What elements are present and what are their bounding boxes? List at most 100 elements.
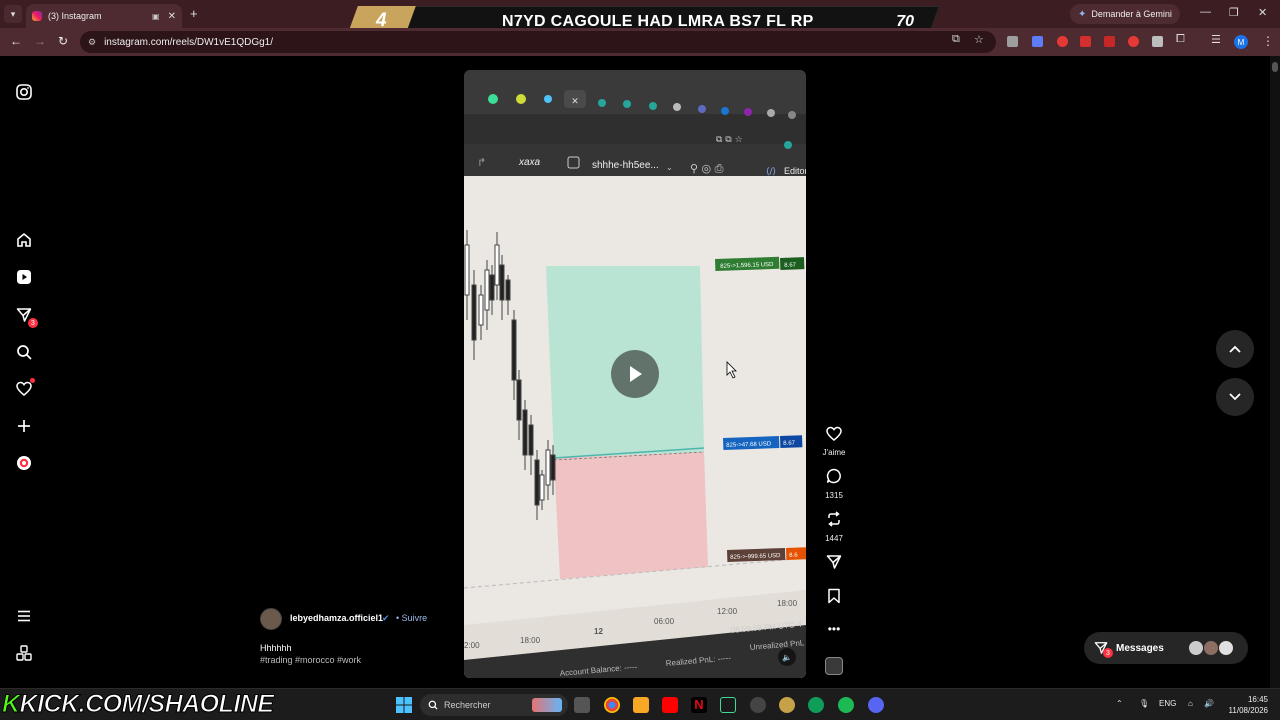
also-from-meta-icon[interactable]	[14, 643, 34, 663]
message-contact-avatar	[1203, 640, 1219, 656]
reel-video[interactable]: ✕ ⧉ ⧉ ☆ ↱ xaxa shhhe-hh5ee... ⌄ ⚲ ◎ ⎙ ⟨/…	[464, 70, 806, 678]
search-highlight-icon	[532, 698, 562, 712]
create-plus-icon[interactable]	[14, 416, 34, 436]
tab-list-icon[interactable]: ▾	[4, 5, 22, 23]
profile-avatar[interactable]: M	[1234, 35, 1248, 49]
message-contact-avatar	[1218, 640, 1234, 656]
notifications-heart-icon[interactable]	[14, 378, 35, 399]
filmed-chart-name: shhhe-hh5ee...	[592, 160, 659, 171]
taskbar-search-icon	[428, 700, 438, 710]
filmed-time-tick-5: 12:00	[717, 607, 738, 616]
tab-instagram[interactable]: (3) Instagram ▣ ✕	[26, 4, 182, 28]
page-scrollbar[interactable]	[1270, 56, 1280, 688]
follow-button[interactable]: • Suivre	[396, 613, 427, 623]
message-contact-avatar	[1188, 640, 1204, 656]
repost-icon	[828, 511, 840, 527]
home-icon[interactable]	[14, 230, 34, 250]
share-action[interactable]	[818, 554, 850, 575]
audio-thumbnail[interactable]	[825, 657, 843, 675]
new-tab-icon[interactable]: +	[190, 6, 198, 21]
taskbar-date: 11/08/2026	[1228, 706, 1268, 715]
notification-dot	[30, 378, 35, 383]
windows-start-icon[interactable]	[396, 697, 412, 713]
taskbar-search[interactable]: Rechercher	[420, 694, 568, 716]
like-action[interactable]: J'aime	[818, 426, 850, 457]
language-indicator[interactable]: ENG	[1159, 699, 1176, 708]
instagram-reels-page: 3 ✕ ⧉ ⧉ ☆ ↱ xaxa shhhe-hh5ee... ⌄ ⚲ ◎ ⎙ …	[0, 56, 1280, 688]
browser-menu-icon[interactable]: ⋮	[1262, 34, 1274, 48]
close-window-icon[interactable]: ✕	[1258, 6, 1267, 19]
address-bar[interactable]: ⚙ instagram.com/reels/DW1vE1QDGg1/	[80, 31, 996, 53]
minimize-icon[interactable]: —	[1200, 6, 1211, 18]
app-c-icon[interactable]	[779, 697, 795, 713]
comment-bubble-icon	[826, 468, 841, 484]
scrollbar-thumb[interactable]	[1272, 62, 1278, 72]
extension-2-icon[interactable]	[1032, 36, 1043, 47]
filmed-entry-value: 8.67	[783, 440, 796, 446]
chevron-up-icon	[1229, 345, 1241, 353]
extension-7-icon[interactable]	[1152, 36, 1163, 47]
extension-1-icon[interactable]	[1007, 36, 1018, 47]
reload-icon[interactable]: ↻	[58, 34, 68, 48]
netflix-app-icon[interactable]: N	[691, 697, 707, 713]
repost-action[interactable]: 1447	[818, 511, 850, 543]
filmed-tp-value: 8.67	[784, 262, 797, 268]
site-info-icon[interactable]: ⚙	[88, 37, 96, 48]
discord-app-icon[interactable]	[868, 697, 884, 713]
microphone-icon[interactable]: 🎙	[1139, 699, 1149, 708]
author-username[interactable]: lebyedhamza.officiel1	[290, 613, 383, 623]
direct-messages-icon[interactable]: 3	[14, 305, 38, 328]
network-icon[interactable]: ⌂	[1188, 699, 1193, 708]
chrome-app-icon[interactable]	[604, 697, 620, 713]
messages-label: Messages	[1116, 642, 1164, 654]
svg-text:⟨/⟩: ⟨/⟩	[766, 167, 776, 177]
extension-5-icon[interactable]	[1104, 36, 1115, 47]
play-button[interactable]	[611, 350, 659, 398]
app-a-icon[interactable]	[720, 697, 736, 713]
comment-action[interactable]: 1315	[818, 468, 850, 500]
cast-icon[interactable]: ⧉	[952, 33, 960, 46]
extension-6-icon[interactable]	[1128, 36, 1139, 47]
browser-toolbar: ← → ↻ ⚙ instagram.com/reels/DW1vE1QDGg1/…	[0, 28, 1280, 56]
maximize-icon[interactable]: ❐	[1229, 6, 1239, 19]
search-icon[interactable]	[14, 342, 34, 362]
more-options-icon[interactable]: •••	[818, 622, 850, 636]
more-menu-icon[interactable]	[14, 606, 34, 626]
taskbar-clock[interactable]: 16:45 11/08/2026	[1222, 694, 1268, 716]
bookmark-star-icon[interactable]: ☆	[974, 33, 984, 46]
volume-icon[interactable]: 🔊	[1204, 699, 1214, 708]
edge-app-icon[interactable]	[808, 697, 824, 713]
youtube-app-icon[interactable]	[662, 697, 678, 713]
close-tab-icon[interactable]: ✕	[168, 11, 176, 22]
reel-description: Hhhhhh	[260, 643, 292, 653]
previous-reel-button[interactable]	[1216, 330, 1254, 368]
messages-button[interactable]: 3 Messages	[1084, 632, 1248, 664]
reel-hashtags[interactable]: #trading #morocco #work	[260, 655, 361, 665]
kick-watermark: KKICK.COM/SHAOLINE	[2, 688, 275, 720]
ask-gemini-button[interactable]: ✦ Demander à Gemini	[1070, 4, 1180, 24]
forward-icon[interactable]: →	[34, 34, 46, 48]
extension-3-icon[interactable]	[1057, 36, 1068, 47]
filmed-sl-value: 8.6	[789, 553, 798, 559]
extension-4-icon[interactable]	[1080, 36, 1091, 47]
spotify-app-icon[interactable]	[838, 697, 854, 713]
save-action[interactable]	[818, 588, 850, 609]
file-explorer-icon[interactable]	[633, 697, 649, 713]
show-hidden-icons-icon[interactable]: ⌃	[1116, 699, 1123, 708]
gemini-icon: ✦	[1078, 8, 1087, 20]
mute-toggle-icon[interactable]: 🔈	[778, 648, 796, 666]
messages-badge: 3	[28, 318, 38, 328]
extensions-puzzle-icon[interactable]: ⧠	[1176, 33, 1185, 46]
reels-icon[interactable]	[14, 267, 34, 287]
back-icon[interactable]: ←	[10, 34, 22, 48]
svg-text:✕: ✕	[571, 97, 579, 107]
next-reel-button[interactable]	[1216, 378, 1254, 416]
profile-icon[interactable]	[14, 453, 34, 473]
instagram-favicon-icon	[32, 11, 42, 21]
instagram-logo-icon[interactable]	[14, 82, 34, 102]
play-icon	[630, 366, 642, 382]
reading-list-icon[interactable]: ☰	[1211, 33, 1221, 46]
author-avatar[interactable]	[260, 608, 282, 630]
app-b-icon[interactable]	[750, 697, 766, 713]
task-view-icon[interactable]	[574, 697, 590, 713]
